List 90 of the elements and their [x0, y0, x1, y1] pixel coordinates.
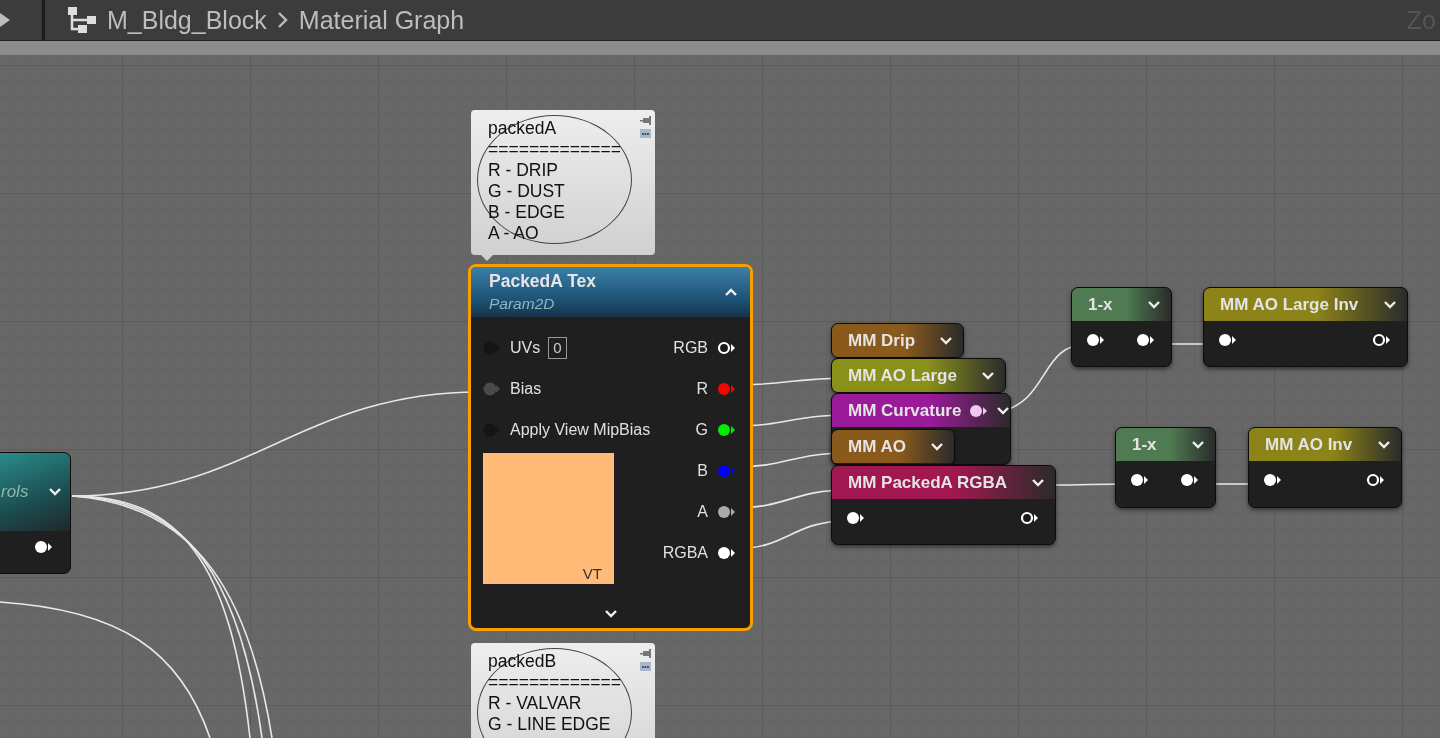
pin-icon[interactable]	[1372, 333, 1391, 347]
node-title: MM PackedA RGBA	[848, 472, 1008, 493]
expand-icon[interactable]	[48, 487, 62, 497]
node-header[interactable]: 1-x	[1072, 288, 1171, 321]
node-title: MM AO Large Inv	[1220, 294, 1360, 315]
function-node[interactable]: MM AO	[831, 429, 955, 465]
pin-icon[interactable]	[717, 422, 736, 437]
pin-tack-icon[interactable]	[640, 649, 651, 658]
input-label: UVs	[510, 338, 541, 357]
node-header[interactable]: MM AO Inv	[1249, 428, 1401, 461]
expand-icon[interactable]	[1031, 477, 1045, 488]
output-label: G	[695, 420, 708, 439]
comment-bubble[interactable]: packedA ============= R - DRIP G - DUST B - EDGE A - AO	[471, 110, 655, 255]
node-header[interactable]: rols	[0, 453, 70, 531]
comment-line: G - DUST	[488, 181, 566, 202]
output-label: A	[697, 502, 708, 521]
node-header[interactable]: PackedA Tex Param2D	[471, 267, 750, 317]
texture-node[interactable]: PackedA Tex Param2D UVs 0 Bias Apply View MipBias VT RGB R G B A RGBA	[468, 264, 753, 631]
function-node[interactable]: MM AO Inv	[1248, 427, 1402, 508]
pin-icon[interactable]	[1136, 333, 1155, 347]
pin-icon[interactable]	[717, 340, 736, 355]
expand-icon[interactable]	[1191, 439, 1205, 450]
expand-icon[interactable]	[930, 441, 944, 452]
comment-line: =============	[488, 672, 622, 693]
node-title: MM AO	[848, 436, 907, 457]
pin-icon[interactable]	[717, 504, 736, 519]
function-node[interactable]: MM AO Large	[831, 358, 1006, 393]
asset-name[interactable]: M_Bldg_Block	[107, 5, 267, 35]
comment-line: A - AO	[488, 223, 540, 244]
play-icon[interactable]	[0, 12, 12, 28]
pin-icon[interactable]	[1180, 473, 1199, 487]
more-icon[interactable]	[640, 129, 651, 138]
output-label: RGB	[673, 338, 708, 357]
pin-icon[interactable]	[1086, 333, 1105, 347]
input-label: Apply View MipBias	[510, 420, 651, 439]
function-node[interactable]: MM Drip	[831, 323, 964, 358]
pin-icon[interactable]	[846, 511, 865, 525]
node-title: 1-x	[1088, 294, 1114, 315]
pin-icon[interactable]	[1130, 473, 1149, 487]
vt-label: VT	[582, 565, 602, 582]
node-subtitle: Param2D	[489, 295, 556, 313]
function-node[interactable]: 1-x	[1071, 287, 1172, 367]
comment-line: =============	[488, 139, 622, 160]
pin-icon[interactable]	[1263, 473, 1282, 487]
node-title: PackedA Tex	[489, 271, 597, 292]
node-title: 1-x	[1132, 434, 1158, 455]
pin-icon[interactable]	[1218, 333, 1237, 347]
input-label: Bias	[510, 379, 542, 398]
pin-icon[interactable]	[1020, 511, 1039, 525]
node-title: MM AO Inv	[1265, 434, 1354, 455]
node-header[interactable]: MM PackedA RGBA	[832, 466, 1055, 499]
uv-index-field[interactable]: 0	[548, 336, 567, 359]
expand-icon[interactable]	[1383, 299, 1397, 310]
expand-icon[interactable]	[1377, 439, 1391, 450]
pin-tack-icon[interactable]	[640, 116, 651, 125]
output-label: R	[696, 379, 708, 398]
function-node[interactable]: MM AO Large Inv	[1203, 287, 1408, 367]
node-title: MM Drip	[848, 330, 917, 351]
node-title: MM AO Large	[848, 365, 958, 386]
more-icon[interactable]	[640, 662, 651, 671]
pin-icon[interactable]	[969, 403, 989, 418]
node-header[interactable]: MM AO Large Inv	[1204, 288, 1407, 321]
expand-icon[interactable]	[996, 405, 1010, 416]
expand-icon[interactable]	[1147, 299, 1161, 310]
comment-line: R - DRIP	[488, 160, 559, 181]
node-title: rols	[1, 482, 30, 502]
parameter-node[interactable]: rols	[0, 452, 71, 574]
expand-icon[interactable]	[939, 335, 953, 346]
pin-icon[interactable]	[34, 540, 53, 554]
output-label: B	[697, 461, 708, 480]
collapse-icon[interactable]	[724, 287, 738, 297]
graph-icon	[67, 6, 97, 34]
function-node[interactable]: MM PackedA RGBA	[831, 465, 1056, 545]
comment-line: B - EDGE	[488, 202, 566, 223]
expand-icon[interactable]	[603, 609, 618, 619]
comment-title: packedA	[488, 118, 558, 139]
expand-icon[interactable]	[981, 370, 995, 381]
comment-line: G - LINE EDGE	[488, 714, 612, 735]
comment-bubble[interactable]: packedB ============= R - VALVAR G - LINE EDGE	[471, 643, 655, 738]
function-node[interactable]: 1-x	[1115, 427, 1216, 508]
node-header[interactable]: MM Curvature	[832, 394, 1010, 427]
output-label: RGBA	[662, 543, 708, 562]
comment-title: packedB	[488, 651, 558, 672]
node-title: MM Curvature	[848, 400, 962, 421]
chevron-right-icon	[276, 11, 289, 29]
node-header[interactable]: 1-x	[1116, 428, 1215, 461]
pin-icon[interactable]	[717, 545, 736, 560]
comment-line: R - VALVAR	[488, 693, 583, 714]
pin-icon[interactable]	[1366, 473, 1385, 487]
graph-name[interactable]: Material Graph	[298, 5, 465, 35]
